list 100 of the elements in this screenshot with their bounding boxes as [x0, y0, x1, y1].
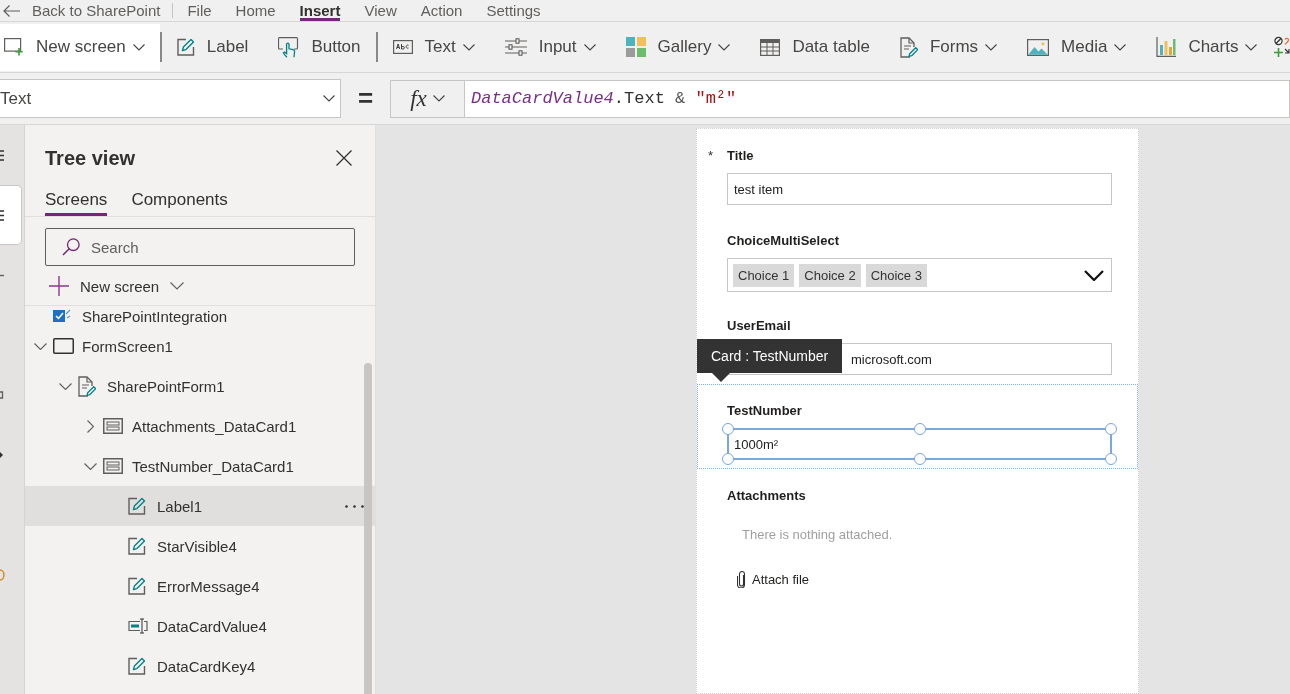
pencil-square-icon: [128, 537, 146, 555]
triangle-icon: [0, 452, 5, 458]
required-marker: *: [708, 147, 714, 163]
tree-item[interactable]: SharePointForm1: [25, 366, 375, 406]
toolbar-button[interactable]: Button: [263, 23, 376, 71]
menu-tab[interactable]: Insert: [287, 0, 353, 21]
choice-tag: Choice 2: [799, 263, 861, 287]
resize-handle[interactable]: [1105, 453, 1117, 465]
data-card[interactable]: * Title test item: [697, 129, 1138, 214]
tree-item[interactable]: StarVisible4: [25, 526, 375, 566]
tab[interactable]: Screens: [45, 186, 108, 216]
attach-file-link[interactable]: Attach file: [737, 571, 810, 588]
pencil-square-icon: [176, 38, 195, 56]
menu-tab[interactable]: Home: [223, 0, 288, 21]
text-input[interactable]: test item: [727, 173, 1112, 205]
text-box-icon: [392, 40, 413, 54]
screen-plus-icon: [4, 38, 24, 56]
rail-tab[interactable]: [0, 185, 22, 245]
toolbar-button[interactable]: Label: [161, 23, 264, 71]
combo-box[interactable]: Choice 1 Choice 2 Choice 3: [727, 258, 1112, 292]
tree-item[interactable]: ErrorMessage4: [25, 566, 375, 606]
chevron-right-icon[interactable]: [86, 419, 94, 433]
scrollbar[interactable]: [364, 363, 372, 694]
menu-tab[interactable]: Action: [408, 0, 475, 21]
lines-icon: [0, 209, 5, 221]
close-button[interactable]: [336, 150, 352, 166]
tab[interactable]: Components: [131, 186, 228, 216]
pencil-square-icon: [128, 657, 146, 675]
field-label: ChoiceMultiSelect: [727, 232, 839, 248]
chevron-down-icon[interactable]: [33, 342, 47, 350]
resize-handle[interactable]: [913, 423, 926, 435]
tiles-icon: [625, 37, 646, 57]
toolbar-button[interactable]: Data table: [745, 23, 885, 71]
chevron-down-icon[interactable]: [83, 462, 97, 470]
caret-icon: [985, 43, 998, 51]
image-icon: [1027, 38, 1050, 56]
caret-icon: [462, 43, 475, 51]
back-button[interactable]: Back to SharePoint: [0, 0, 171, 21]
caret-icon: [432, 95, 445, 102]
toolbar-button[interactable]: Media: [1012, 23, 1142, 71]
document-pencil-icon: [899, 36, 918, 58]
caret-icon: [1245, 43, 1258, 51]
table-icon: [760, 38, 781, 56]
toolbar-button[interactable]: Text: [377, 23, 490, 71]
tree-item[interactable]: SharePointIntegration: [25, 306, 375, 326]
hand-pointer-icon: [278, 36, 300, 58]
resize-handle[interactable]: [722, 423, 734, 435]
toolbar-button[interactable]: Charts: [1141, 23, 1273, 71]
resize-handle[interactable]: [722, 453, 734, 465]
toolbar-button[interactable]: Gallery: [610, 23, 746, 71]
sliders-icon: [504, 38, 527, 56]
text-input-icon: [128, 618, 148, 634]
empty-message: There is nothing attached.: [742, 527, 894, 543]
arc-icon: [0, 569, 5, 581]
chevron-down-icon: [1084, 269, 1104, 281]
field-label: UserEmail: [727, 317, 791, 333]
tree-item[interactable]: FormScreen1: [25, 326, 375, 366]
tree-item[interactable]: DataCardKey4: [25, 646, 375, 686]
lines-icon: [0, 149, 5, 161]
property-dropdown[interactable]: Text: [0, 79, 341, 118]
bar-chart-icon: [1156, 37, 1177, 57]
toolbar-button[interactable]: New screen: [0, 23, 160, 71]
chevron-down-icon[interactable]: [58, 382, 72, 390]
caret-icon: [1114, 43, 1127, 51]
new-screen-button[interactable]: New screen: [49, 272, 185, 300]
caret-icon: [323, 95, 335, 102]
shapes-icon: [1274, 36, 1290, 58]
more-icon[interactable]: [345, 504, 364, 508]
back-arrow-icon: [3, 4, 20, 17]
toolbar-button[interactable]: Forms: [884, 23, 1013, 71]
tree-item[interactable]: Label1: [25, 486, 375, 526]
menu-tab[interactable]: File: [175, 0, 224, 21]
rectangle-icon: [53, 338, 74, 354]
function-button[interactable]: fx: [390, 79, 465, 118]
paperclip-icon: [737, 571, 746, 588]
bracket-icon: [0, 390, 5, 400]
search-icon: [62, 238, 80, 256]
menu-tab[interactable]: Settings: [474, 0, 553, 21]
search-field[interactable]: Search: [45, 228, 355, 266]
menu-tab[interactable]: View: [352, 0, 409, 21]
close-icon: [336, 150, 352, 166]
card-icon: [103, 458, 123, 474]
data-card[interactable]: ChoiceMultiSelect Choice 1 Choice 2 Choice 3: [697, 214, 1138, 299]
choice-tag: Choice 1: [733, 263, 795, 287]
field-label: Title: [727, 147, 754, 163]
card-icon: [103, 418, 123, 434]
document-pencil-icon: [78, 375, 96, 397]
data-card[interactable]: Attachments There is nothing attached. Attach file: [697, 469, 1138, 601]
chevron-down-icon: [170, 282, 185, 290]
tree-item[interactable]: TestNumber_DataCard1: [25, 446, 375, 486]
resize-handle[interactable]: [913, 453, 926, 465]
tree-item[interactable]: DataCardValue4: [25, 606, 375, 646]
caret-icon: [718, 43, 731, 51]
resize-handle[interactable]: [1105, 423, 1117, 435]
panel-title: Tree view: [45, 146, 136, 170]
toolbar-button[interactable]: Input: [489, 23, 611, 71]
caret-icon: [583, 43, 596, 51]
tooltip: Card : TestNumber: [697, 339, 843, 382]
tree-item[interactable]: Attachments_DataCard1: [25, 406, 375, 446]
formula-input[interactable]: DataCardValue4.Text & "m²": [465, 79, 1290, 118]
